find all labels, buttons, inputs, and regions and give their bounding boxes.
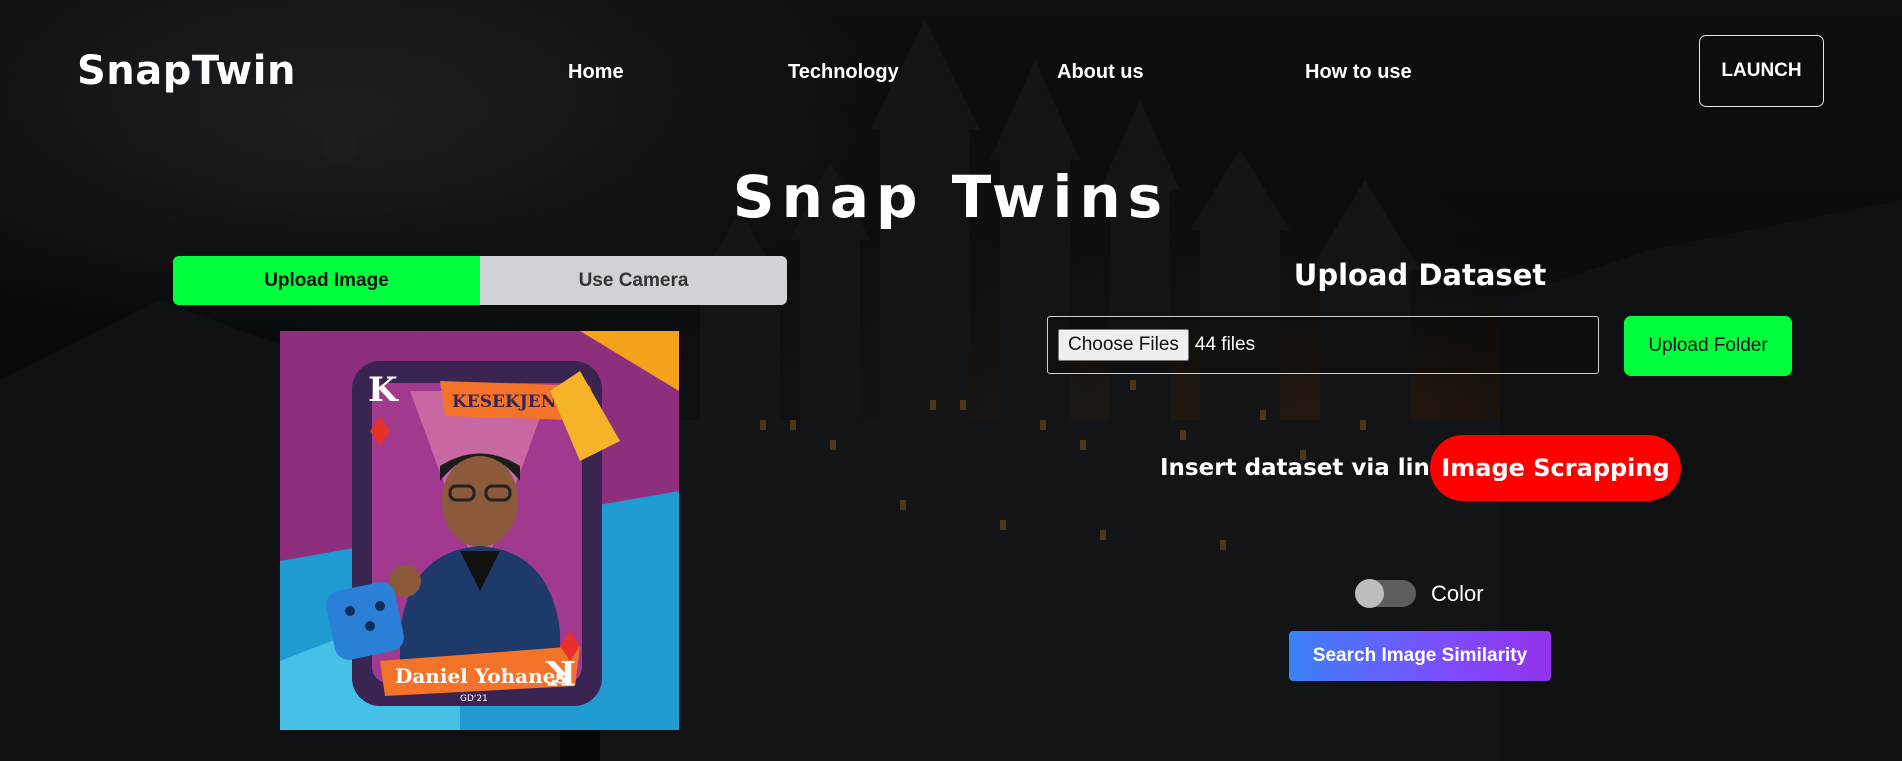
svg-text:K: K [545,652,576,692]
dataset-link-label: Insert dataset via link: [1160,455,1455,481]
choose-files-button[interactable]: Choose Files [1058,329,1189,361]
upload-dataset-title: Upload Dataset [1293,258,1547,292]
image-scrapping-button[interactable]: Image Scrapping [1430,435,1681,501]
top-nav: SnapTwin Home Technology About us How to… [0,0,1902,145]
tab-use-camera[interactable]: Use Camera [480,256,787,305]
page-title: Snap Twins [732,163,1170,231]
color-toggle-row: Color [1355,579,1484,608]
svg-text:GD'21: GD'21 [460,694,488,704]
upload-folder-button[interactable]: Upload Folder [1624,316,1792,376]
launch-button[interactable]: LAUNCH [1699,35,1824,107]
file-count-label: 44 files [1194,334,1256,355]
nav-link-how-to-use[interactable]: How to use [1305,61,1412,84]
svg-text:K: K [368,370,399,410]
brand-logo[interactable]: SnapTwin [77,48,296,94]
svg-text:Daniel Yohanes: Daniel Yohanes [395,664,567,688]
uploaded-image-preview: K KESEKJENAN Daniel Yohanes GD'21 K [280,331,679,730]
nav-link-about-us[interactable]: About us [1057,61,1144,84]
toggle-knob [1355,579,1384,608]
search-image-similarity-button[interactable]: Search Image Similarity [1289,631,1551,681]
input-mode-tabs: Upload Image Use Camera [173,256,787,305]
color-toggle[interactable] [1355,579,1416,608]
file-input[interactable]: Choose Files 44 files [1047,316,1599,374]
nav-link-home[interactable]: Home [568,61,624,84]
color-toggle-label: Color [1431,580,1484,606]
nav-link-technology[interactable]: Technology [788,61,899,84]
tab-upload-image[interactable]: Upload Image [173,256,480,305]
